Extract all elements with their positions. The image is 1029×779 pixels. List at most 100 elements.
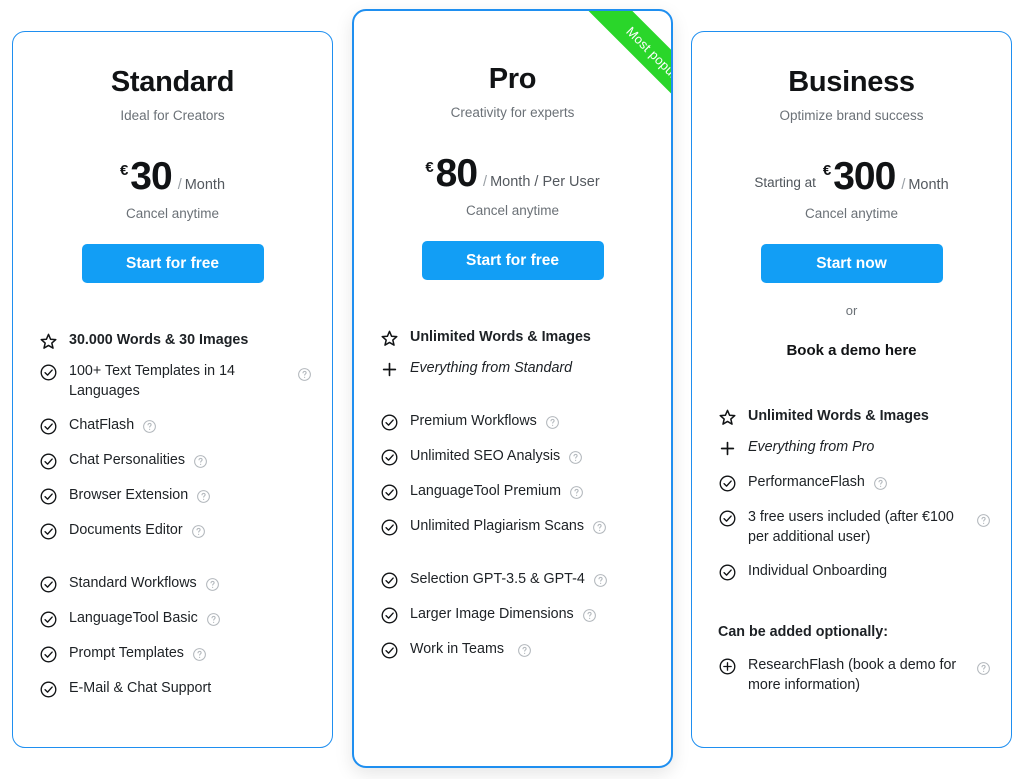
- price-amount-pro: 80: [435, 152, 478, 195]
- help-icon[interactable]: [545, 415, 560, 430]
- feature-label: LanguageTool Basic: [69, 610, 198, 626]
- feature-list-business: Unlimited Words & Images Everything from…: [692, 407, 1011, 695]
- help-icon[interactable]: [142, 419, 157, 434]
- feature-item: Unlimited Words & Images: [380, 328, 651, 348]
- plan-name-standard: Standard: [110, 66, 235, 98]
- feature-item: ChatFlash: [39, 416, 312, 436]
- feature-item: Documents Editor: [39, 521, 312, 541]
- help-icon[interactable]: [193, 454, 208, 469]
- cta-wrap-business: Start now: [692, 244, 1011, 283]
- price-currency-business: €: [822, 162, 832, 179]
- plan-name-business: Business: [788, 66, 915, 98]
- group-divider: [718, 597, 991, 624]
- feature-item: Larger Image Dimensions: [380, 605, 651, 625]
- feature-item: 3 free users included (after €100 per ad…: [718, 508, 991, 547]
- help-icon[interactable]: [517, 643, 532, 658]
- help-icon[interactable]: [569, 485, 584, 500]
- feature-group: Standard Workflows LanguageTool Basic Pr…: [39, 574, 312, 699]
- feature-group: Premium Workflows Unlimited SEO Analysis…: [380, 412, 651, 537]
- feature-item: Chat Personalities: [39, 451, 312, 471]
- feature-label: Everything from Standard: [410, 360, 573, 376]
- card-header-business: Business Optimize brand success: [692, 32, 1011, 123]
- help-icon[interactable]: [206, 612, 221, 627]
- feature-label: Everything from Pro: [748, 439, 875, 455]
- price-row-standard: € 30 /Month: [13, 155, 332, 199]
- check-circle-icon: [380, 641, 399, 660]
- cta-wrap-standard: Start for free: [13, 244, 332, 283]
- price-row-business: Starting at € 300 /Month: [692, 155, 1011, 199]
- feature-label: Individual Onboarding: [748, 563, 888, 579]
- feature-group: Selection GPT-3.5 & GPT-4 Larger Image D…: [380, 570, 651, 660]
- plan-name-pro: Pro: [488, 63, 537, 95]
- help-icon[interactable]: [592, 520, 607, 535]
- pricing-card-standard: Standard Ideal for Creators € 30 /Month …: [12, 31, 333, 748]
- group-divider: [380, 552, 651, 570]
- book-demo-link[interactable]: Book a demo here: [692, 342, 1011, 359]
- check-circle-icon: [39, 575, 58, 594]
- plan-tagline-business: Optimize brand success: [779, 108, 924, 123]
- check-circle-icon: [380, 483, 399, 502]
- feature-item: Unlimited Words & Images: [718, 407, 991, 427]
- feature-item: E-Mail & Chat Support: [39, 679, 312, 699]
- card-header-pro: Pro Creativity for experts: [354, 11, 671, 120]
- help-icon[interactable]: [582, 608, 597, 623]
- help-icon[interactable]: [297, 367, 312, 382]
- cta-button-pro[interactable]: Start for free: [421, 241, 604, 280]
- price-period-pro: / Month / Per User: [483, 174, 600, 190]
- feature-label: 100+ Text Templates in 14 Languages: [69, 363, 235, 399]
- check-circle-icon: [718, 474, 737, 493]
- help-icon[interactable]: [191, 524, 206, 539]
- check-circle-icon: [380, 518, 399, 537]
- cancel-note-pro: Cancel anytime: [465, 203, 560, 218]
- help-icon[interactable]: [192, 647, 207, 662]
- check-circle-icon: [380, 571, 399, 590]
- feature-label: Standard Workflows: [69, 575, 197, 591]
- star-icon: [380, 329, 399, 348]
- help-icon[interactable]: [593, 573, 608, 588]
- group-divider: [380, 394, 651, 412]
- price-slash: /: [177, 177, 182, 193]
- help-icon[interactable]: [873, 476, 888, 491]
- feature-item: ResearchFlash (book a demo for more info…: [718, 656, 991, 695]
- cta-button-business[interactable]: Start now: [760, 244, 943, 283]
- pricing-card-business: Business Optimize brand success Starting…: [691, 31, 1012, 748]
- help-icon[interactable]: [568, 450, 583, 465]
- check-circle-icon: [39, 417, 58, 436]
- feature-label: Work in Teams: [410, 641, 505, 657]
- feature-group-optional: Can be added optionally: ResearchFlash (…: [718, 624, 991, 695]
- group-divider: [39, 556, 312, 574]
- card-header-standard: Standard Ideal for Creators: [13, 32, 332, 123]
- check-circle-icon: [718, 563, 737, 582]
- feature-item: Everything from Standard: [380, 359, 651, 379]
- feature-item: Standard Workflows: [39, 574, 312, 594]
- cta-button-standard[interactable]: Start for free: [81, 244, 264, 283]
- price-period-business: / Month: [901, 177, 948, 193]
- price-amount-standard: 30: [130, 155, 172, 198]
- price-currency-standard: €: [119, 162, 129, 179]
- feature-item: 30.000 Words & 30 Images: [39, 331, 312, 351]
- cancel-note-business: Cancel anytime: [804, 206, 899, 221]
- star-icon: [718, 408, 737, 427]
- or-separator-label: or: [845, 303, 858, 318]
- help-icon[interactable]: [976, 513, 991, 528]
- feature-list-pro: Unlimited Words & Images Everything from…: [354, 328, 671, 660]
- price-period-label: Month / Per User: [490, 174, 600, 190]
- help-icon[interactable]: [205, 577, 220, 592]
- price-starting-at-label: Starting at: [754, 175, 816, 190]
- help-icon[interactable]: [976, 661, 991, 676]
- check-circle-icon: [718, 509, 737, 528]
- pricing-plans-board: Standard Ideal for Creators € 30 /Month …: [0, 0, 1029, 779]
- check-circle-icon: [39, 610, 58, 629]
- feature-item: Browser Extension: [39, 486, 312, 506]
- feature-label: Prompt Templates: [69, 645, 184, 661]
- feature-item: Prompt Templates: [39, 644, 312, 664]
- feature-item: Selection GPT-3.5 & GPT-4: [380, 570, 651, 590]
- feature-label: Selection GPT-3.5 & GPT-4: [410, 571, 585, 587]
- feature-item: 100+ Text Templates in 14 Languages: [39, 362, 312, 401]
- help-icon[interactable]: [196, 489, 211, 504]
- feature-label: LanguageTool Premium: [410, 483, 562, 499]
- feature-label: 3 free users included (after €100 per ad…: [748, 509, 954, 545]
- plan-tagline-pro: Creativity for experts: [450, 105, 575, 120]
- price-period-standard: / Month: [178, 177, 225, 193]
- price-period-label: Month: [184, 177, 226, 193]
